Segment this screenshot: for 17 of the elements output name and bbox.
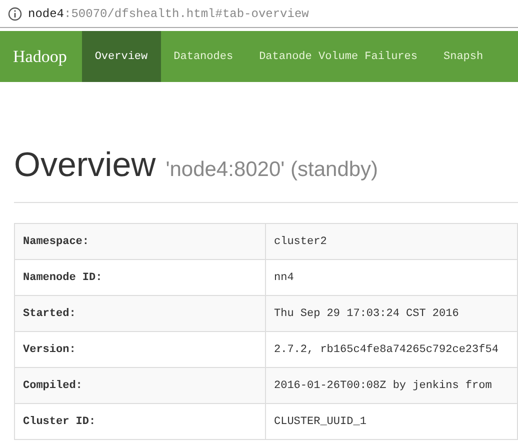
label-cell: Started:: [14, 296, 266, 332]
nav-tab[interactable]: Snapsh: [430, 31, 496, 82]
value-cell: CLUSTER_UUID_1: [266, 404, 518, 440]
label-cell: Namespace:: [14, 224, 266, 260]
nav-tab[interactable]: Datanode Volume Failures: [246, 31, 430, 82]
page-title: Overview: [14, 146, 156, 185]
brand-link[interactable]: Hadoop: [0, 31, 82, 82]
nav-tab[interactable]: Datanodes: [160, 31, 246, 82]
label-cell: Compiled:: [14, 368, 266, 404]
page-subtitle: 'node4:8020' (standby): [166, 158, 378, 182]
nav-tab[interactable]: Overview: [82, 31, 161, 82]
value-cell: 2016-01-26T00:08Z by jenkins from: [266, 368, 518, 404]
value-cell: Thu Sep 29 17:03:24 CST 2016: [266, 296, 518, 332]
value-cell: cluster2: [266, 224, 518, 260]
info-icon: [8, 6, 22, 20]
url-text: node4:50070/dfshealth.html#tab-overview: [28, 6, 309, 20]
label-cell: Cluster ID:: [14, 404, 266, 440]
